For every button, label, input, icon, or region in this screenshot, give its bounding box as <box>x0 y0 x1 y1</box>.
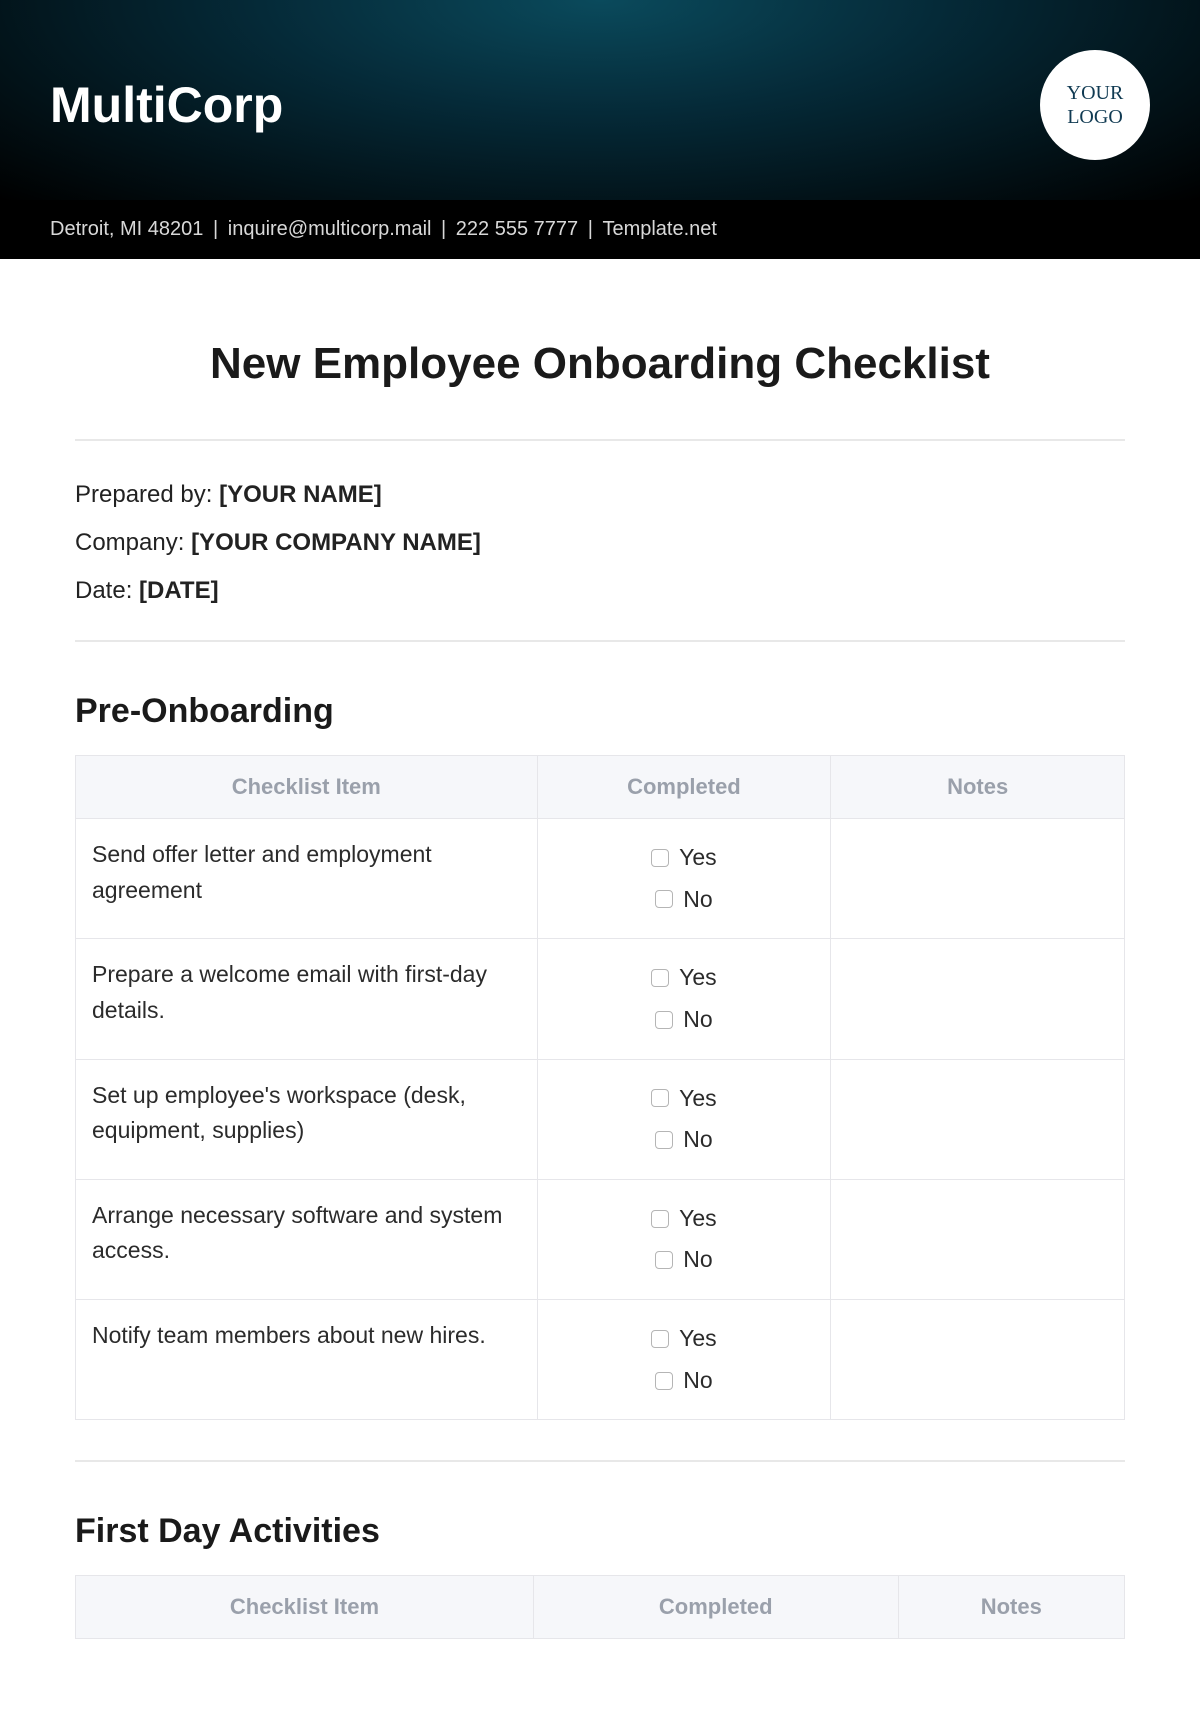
col-header-item: Checklist Item <box>76 1576 534 1639</box>
completed-cell: Yes No <box>537 819 831 939</box>
meta-block: Prepared by: [YOUR NAME] Company: [YOUR … <box>75 481 1125 605</box>
completed-cell: Yes No <box>537 1059 831 1179</box>
checklist-item-text: Arrange necessary software and system ac… <box>76 1179 538 1299</box>
document-body: New Employee Onboarding Checklist Prepar… <box>0 259 1200 1719</box>
notes-cell[interactable] <box>831 819 1125 939</box>
contact-address: Detroit, MI 48201 <box>50 218 203 240</box>
divider <box>75 640 1125 642</box>
completed-cell: Yes No <box>537 1300 831 1420</box>
checkbox-yes[interactable] <box>651 1210 669 1228</box>
notes-cell[interactable] <box>831 1059 1125 1179</box>
document-title: New Employee Onboarding Checklist <box>75 339 1125 389</box>
notes-cell[interactable] <box>831 1300 1125 1420</box>
checkbox-yes[interactable] <box>651 849 669 867</box>
completed-cell: Yes No <box>537 939 831 1059</box>
checkbox-yes[interactable] <box>651 1089 669 1107</box>
col-header-completed: Completed <box>537 756 831 819</box>
checklist-item-text: Prepare a welcome email with first-day d… <box>76 939 538 1059</box>
section-heading-pre-onboarding: Pre-Onboarding <box>75 692 1125 731</box>
col-header-item: Checklist Item <box>76 756 538 819</box>
checkbox-no[interactable] <box>655 1011 673 1029</box>
logo-placeholder: YOUR LOGO <box>1040 50 1150 160</box>
table-row: Arrange necessary software and system ac… <box>76 1179 1125 1299</box>
contact-site: Template.net <box>602 218 717 240</box>
notes-cell[interactable] <box>831 939 1125 1059</box>
header-banner: MultiCorp YOUR LOGO <box>0 0 1200 200</box>
meta-date: Date: [DATE] <box>75 577 1125 605</box>
contact-bar: Detroit, MI 48201 | inquire@multicorp.ma… <box>0 200 1200 259</box>
notes-cell[interactable] <box>831 1179 1125 1299</box>
checklist-table-pre-onboarding: Checklist Item Completed Notes Send offe… <box>75 755 1125 1420</box>
table-row: Set up employee's workspace (desk, equip… <box>76 1059 1125 1179</box>
meta-prepared-by: Prepared by: [YOUR NAME] <box>75 481 1125 509</box>
completed-cell: Yes No <box>537 1179 831 1299</box>
checklist-table-first-day: Checklist Item Completed Notes <box>75 1575 1125 1639</box>
checkbox-no[interactable] <box>655 890 673 908</box>
section-heading-first-day: First Day Activities <box>75 1512 1125 1551</box>
checkbox-no[interactable] <box>655 1372 673 1390</box>
col-header-completed: Completed <box>533 1576 898 1639</box>
col-header-notes: Notes <box>831 756 1125 819</box>
checkbox-no[interactable] <box>655 1251 673 1269</box>
meta-company: Company: [YOUR COMPANY NAME] <box>75 529 1125 557</box>
checkbox-no[interactable] <box>655 1131 673 1149</box>
checkbox-yes[interactable] <box>651 1330 669 1348</box>
table-row: Send offer letter and employment agreeme… <box>76 819 1125 939</box>
table-row: Notify team members about new hires. Yes… <box>76 1300 1125 1420</box>
checklist-item-text: Send offer letter and employment agreeme… <box>76 819 538 939</box>
divider <box>75 1460 1125 1462</box>
checklist-item-text: Set up employee's workspace (desk, equip… <box>76 1059 538 1179</box>
table-row: Prepare a welcome email with first-day d… <box>76 939 1125 1059</box>
divider <box>75 439 1125 441</box>
company-name: MultiCorp <box>50 76 283 134</box>
col-header-notes: Notes <box>898 1576 1124 1639</box>
contact-phone: 222 555 7777 <box>456 218 578 240</box>
checkbox-yes[interactable] <box>651 969 669 987</box>
checklist-item-text: Notify team members about new hires. <box>76 1300 538 1420</box>
contact-email: inquire@multicorp.mail <box>228 218 432 240</box>
